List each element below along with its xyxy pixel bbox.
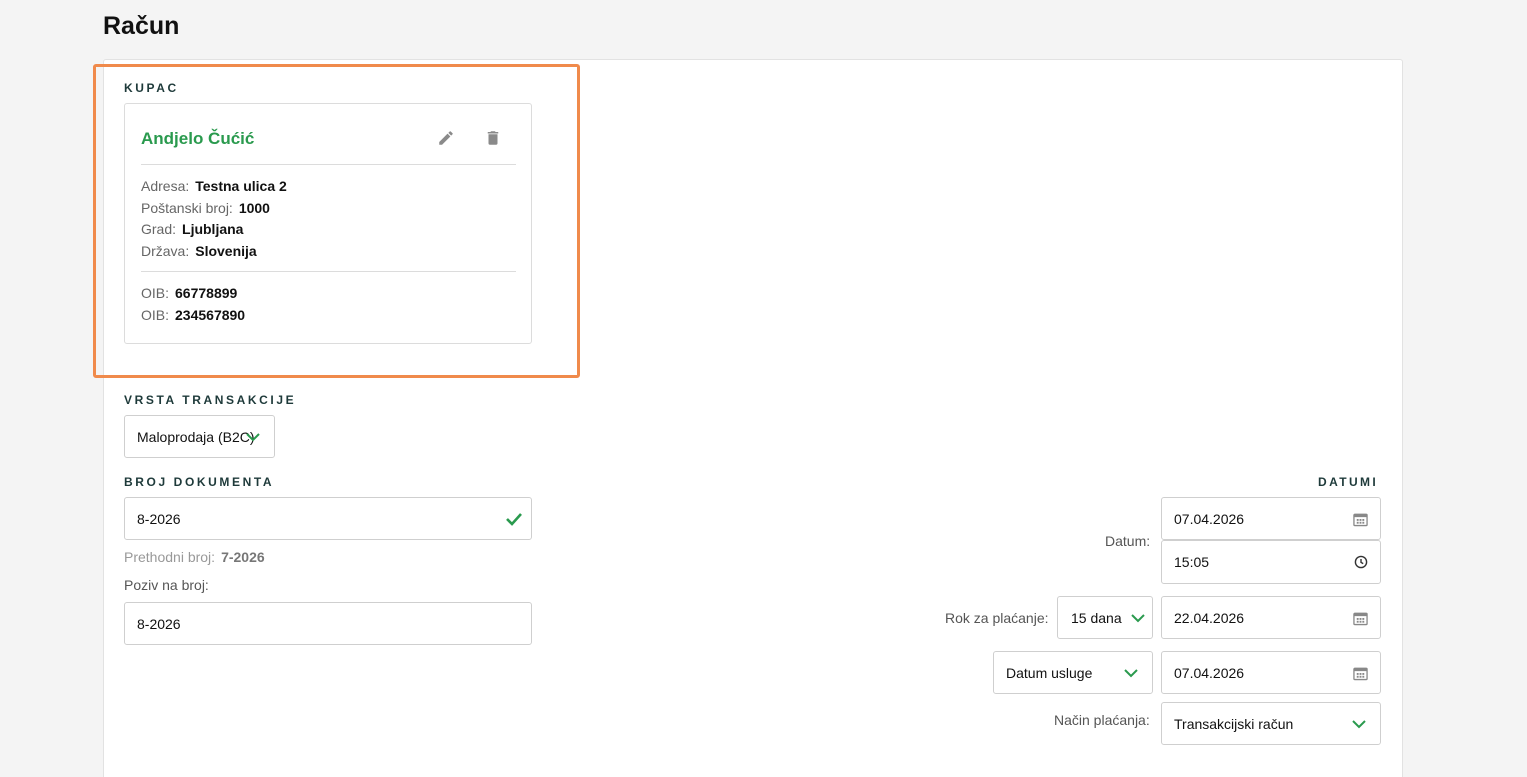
payment-label: Način plaćanja: <box>1054 712 1150 728</box>
customer-name: Andjelo Čućić <box>141 129 255 148</box>
clock-icon[interactable] <box>1354 555 1368 569</box>
calendar-icon[interactable] <box>1353 511 1368 526</box>
time-input[interactable]: 15:05 <box>1161 540 1381 584</box>
date-label: Datum: <box>1105 533 1151 549</box>
customer-box: Andjelo Čućić Adresa: Testna ulica 2 Pošt… <box>124 103 532 344</box>
divider <box>141 271 516 272</box>
payment-method-select[interactable]: Transakcijski račun <box>1161 702 1381 745</box>
due-label: Rok za plaćanje: <box>945 610 1049 626</box>
transaction-section-label: VRSTA TRANSAKCIJE <box>124 393 297 407</box>
chevron-down-icon <box>1131 613 1145 623</box>
date-input[interactable]: 07.04.2026 <box>1161 497 1381 540</box>
page-title: Račun <box>103 12 180 40</box>
oib-row: OIB: 66778899 <box>141 285 238 301</box>
oib-row: OIB: 234567890 <box>141 307 246 323</box>
check-icon <box>505 512 523 526</box>
due-date-input[interactable]: 22.04.2026 <box>1161 596 1381 639</box>
chevron-down-icon <box>1352 719 1366 729</box>
address-street-row: Adresa: Testna ulica 2 <box>141 178 287 194</box>
divider <box>141 164 516 165</box>
due-term-select[interactable]: 15 dana <box>1057 596 1153 639</box>
transaction-type-select[interactable]: Maloprodaja (B2C) <box>124 415 275 458</box>
dates-section-label: DATUMI <box>1318 475 1379 489</box>
document-number-input[interactable]: 8-2026 <box>124 497 532 540</box>
pencil-icon[interactable] <box>435 127 457 149</box>
reference-input[interactable]: 8-2026 <box>124 602 532 645</box>
chevron-down-icon <box>1124 668 1138 678</box>
customer-section-label: KUPAC <box>124 81 179 95</box>
service-date-input[interactable]: 07.04.2026 <box>1161 651 1381 694</box>
trash-icon[interactable] <box>482 127 504 149</box>
document-section-label: BROJ DOKUMENTA <box>124 475 275 489</box>
address-postal-row: Poštanski broj: 1000 <box>141 200 270 216</box>
calendar-icon[interactable] <box>1353 610 1368 625</box>
reference-label: Poziv na broj: <box>124 577 209 593</box>
previous-number: Prethodni broj: 7-2026 <box>124 549 265 565</box>
address-country-row: Država: Slovenija <box>141 243 257 259</box>
chevron-down-icon <box>246 432 260 442</box>
calendar-icon[interactable] <box>1353 665 1368 680</box>
address-city-row: Grad: Ljubljana <box>141 221 244 237</box>
service-date-type-select[interactable]: Datum usluge <box>993 651 1153 694</box>
